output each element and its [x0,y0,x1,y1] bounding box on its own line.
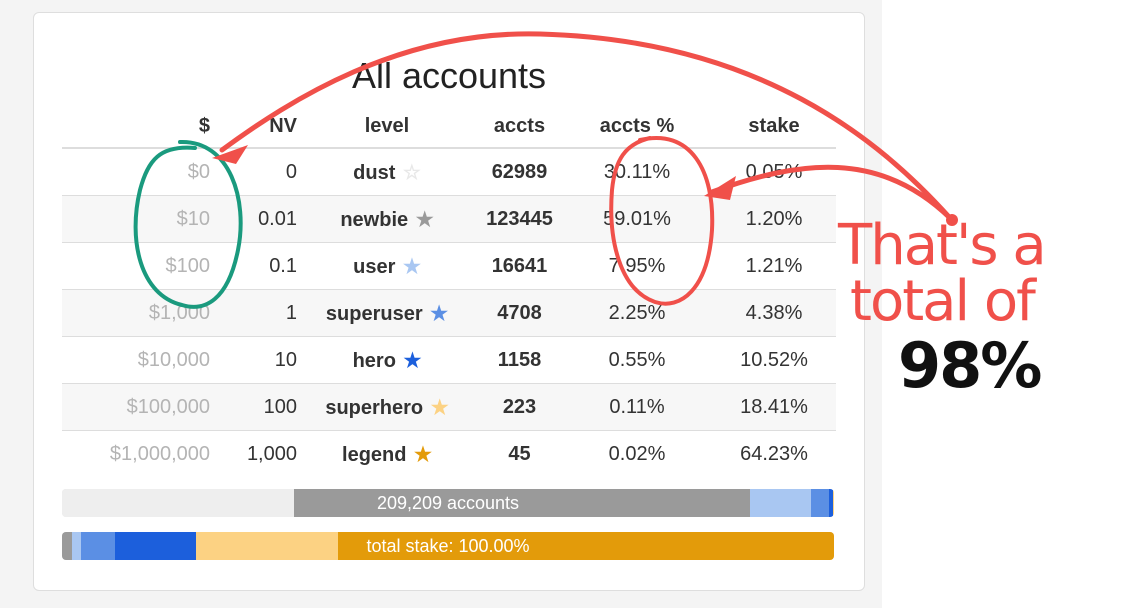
annotation-callout: That's a total of 98% [830,213,1130,402]
annotation-emphasis: 98% [898,329,1042,402]
pct-column-circle [609,136,715,306]
arrow-to-pct-column [709,164,953,221]
usd-column-circle [133,139,243,309]
arrow-to-usd-column [219,31,953,221]
annotation-line2: total of [850,269,1036,334]
annotation-line1: That's a [838,213,1047,278]
